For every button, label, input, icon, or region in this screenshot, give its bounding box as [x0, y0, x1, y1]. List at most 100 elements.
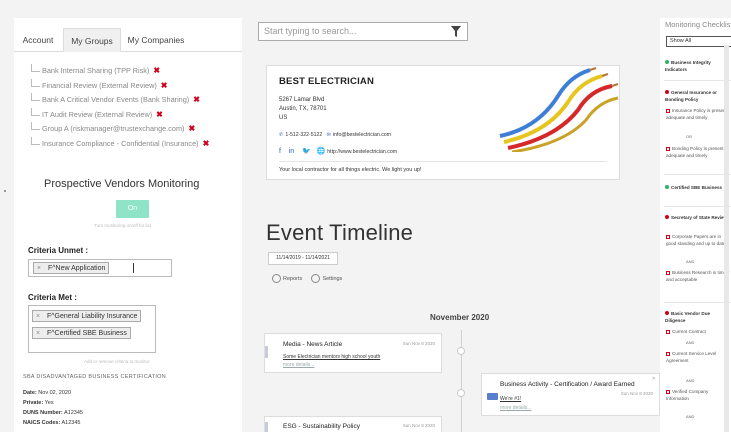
checklist-item[interactable]: Secretary of State Review [665, 215, 731, 222]
and-separator: AND [686, 259, 695, 264]
checklist-subitem[interactable]: Business Research is timely and acceptab… [666, 270, 731, 283]
chip-remove-icon[interactable]: × [37, 263, 41, 274]
event-link[interactable]: We're #1! [500, 396, 521, 402]
group-item[interactable]: Bank Internal Sharing (TPP Risk) ✖ [28, 64, 242, 79]
remove-icon[interactable]: ✖ [193, 95, 200, 104]
event-link[interactable]: Some Electrician mentors high school you… [283, 354, 380, 360]
timeline-event-card[interactable]: Media - News Article Sun Nov 8 2020 Some… [264, 333, 442, 373]
vendor-address-line: US [279, 115, 288, 121]
status-dot [665, 311, 669, 315]
event-date: Sun Nov 8 2020 [620, 391, 653, 396]
timeline-actions: Reports Settings [272, 274, 342, 283]
checklist-filter-select[interactable]: Show All [666, 36, 731, 47]
group-item[interactable]: Bank A Critical Vendor Events (Bank Shar… [28, 93, 242, 108]
gear-icon [311, 274, 321, 283]
checkbox[interactable] [666, 108, 670, 113]
group-label[interactable]: Group A (riskmanager@trustexchange.com) [42, 124, 184, 133]
group-label[interactable]: IT Audit Review (External Review) [42, 110, 152, 119]
tab-my-groups[interactable]: My Groups [63, 28, 121, 52]
monitoring-checklist-title: Monitoring Checklist [665, 20, 731, 29]
group-label[interactable]: Bank Internal Sharing (TPP Risk) [42, 66, 149, 75]
monitoring-checklist-panel: Monitoring Checklist Show All Business I… [660, 18, 731, 432]
criteria-met-label: Criteria Met : [28, 293, 77, 302]
group-label[interactable]: Financial Review (External Review) [42, 81, 157, 90]
checkbox[interactable] [666, 234, 670, 239]
status-dot [665, 60, 669, 64]
checklist-item[interactable]: General Insurance or Bonding Policy [665, 90, 731, 103]
group-label[interactable]: Insurance Compliance - Confidential (Ins… [42, 139, 199, 148]
checklist-subitem[interactable]: Corporate Papers are in good standing an… [666, 234, 731, 247]
checklist-subitem[interactable]: Bonding Policy is present, adequate and … [666, 146, 731, 159]
vendor-phone[interactable]: 1-512-322-5122 [285, 132, 322, 138]
tab-account[interactable]: Account [14, 28, 62, 52]
and-separator: AND [686, 340, 695, 345]
timeline-axis [461, 330, 462, 432]
checkbox[interactable] [666, 270, 670, 275]
group-label[interactable]: Bank A Critical Vendor Events (Bank Shar… [42, 95, 189, 104]
divider [664, 174, 731, 175]
vendor-tagline: Your local contractor for all things ele… [279, 167, 422, 173]
group-item[interactable]: Insurance Compliance - Confidential (Ins… [28, 136, 242, 152]
close-icon[interactable]: ✕ [652, 376, 656, 382]
reports-button[interactable]: Reports [272, 274, 302, 283]
event-accent [265, 346, 268, 358]
timeline-month: November 2020 [430, 313, 490, 322]
checklist-subitem[interactable]: Current Service Level Agreement [666, 351, 731, 364]
cert-line: Private: Yes [23, 400, 54, 406]
more-details-link[interactable]: more details... [283, 362, 314, 368]
group-item[interactable]: IT Audit Review (External Review) ✖ [28, 107, 242, 123]
left-panel: Account My Groups My Companies Bank Inte… [14, 18, 242, 432]
cert-line: DUNS Number: A12345 [23, 410, 83, 416]
criteria-met-field[interactable]: × F^General Liability Insurance × F^Cert… [28, 305, 156, 353]
cert-line: NAICS Codes: A12345 [23, 420, 81, 426]
timeline-event-card[interactable]: ESG - Sustainability Policy Sun Nov 8 20… [264, 416, 442, 432]
award-icon [487, 393, 498, 400]
remove-icon[interactable]: ✖ [161, 81, 168, 90]
search-placeholder: Start typing to search... [264, 26, 357, 36]
tab-my-companies[interactable]: My Companies [122, 28, 190, 52]
twitter-icon[interactable]: 🐦 [302, 148, 311, 155]
checklist-subitem[interactable]: Current Contract [666, 329, 731, 336]
email-icon: ✉ [326, 132, 331, 138]
checkbox[interactable] [666, 389, 670, 394]
checklist-subitem[interactable]: Insurance Policy is present, adequate an… [666, 108, 731, 121]
event-title: Media - News Article [283, 341, 343, 348]
facebook-icon[interactable]: f [279, 148, 281, 155]
status-dot [665, 185, 669, 189]
divider-dot [4, 190, 6, 192]
remove-icon[interactable]: ✖ [153, 66, 160, 75]
checklist-scrollbar[interactable] [724, 45, 729, 432]
remove-icon[interactable]: ✖ [203, 139, 210, 148]
phone-icon: ✆ [279, 132, 284, 138]
checklist-item[interactable]: Basic Vendor Due Diligence [665, 311, 731, 324]
criteria-unmet-label: Criteria Unmet : [28, 246, 89, 255]
remove-icon[interactable]: ✖ [188, 124, 195, 133]
filter-icon[interactable] [451, 26, 461, 37]
checklist-item[interactable]: Certified SBE Business [665, 185, 731, 192]
vendor-email[interactable]: info@bestelectrician.com [333, 132, 391, 138]
date-range-picker[interactable]: 11/14/2019 - 11/14/2021 [268, 252, 338, 265]
remove-icon[interactable]: ✖ [156, 110, 163, 119]
monitoring-toggle[interactable]: On [116, 200, 149, 218]
checkbox[interactable] [666, 146, 670, 151]
checklist-subitem[interactable]: Verified Company Information [666, 389, 731, 402]
group-list: Bank Internal Sharing (TPP Risk) ✖ Financ… [28, 64, 242, 152]
vendor-website[interactable]: http://www.bestelectrician.com [327, 149, 397, 155]
linkedin-icon[interactable]: in [289, 148, 294, 155]
timeline-event-card[interactable]: ✕ Business Activity - Certification / Aw… [481, 373, 660, 416]
checklist-item[interactable]: Business Integrity Indicators [665, 60, 731, 73]
criteria-unmet-field[interactable]: × F^New Application [28, 259, 172, 277]
vendor-social: f in 🐦 🌐 http://www.bestelectrician.com [279, 147, 397, 155]
more-details-link[interactable]: more details... [500, 405, 531, 411]
group-item[interactable]: Financial Review (External Review) ✖ [28, 78, 242, 94]
chip-remove-icon[interactable]: × [36, 311, 40, 322]
checkbox[interactable] [666, 351, 670, 356]
divider [279, 161, 607, 162]
settings-button[interactable]: Settings [311, 274, 342, 283]
chip-remove-icon[interactable]: × [36, 328, 40, 339]
checkbox[interactable] [666, 329, 670, 334]
vendor-address-line: Austin, TX, 78701 [279, 106, 327, 112]
group-item[interactable]: Group A (riskmanager@trustexchange.com) ✖ [28, 122, 242, 137]
event-date: Sun Nov 8 2020 [402, 341, 435, 346]
search-input[interactable]: Start typing to search... [258, 22, 468, 41]
